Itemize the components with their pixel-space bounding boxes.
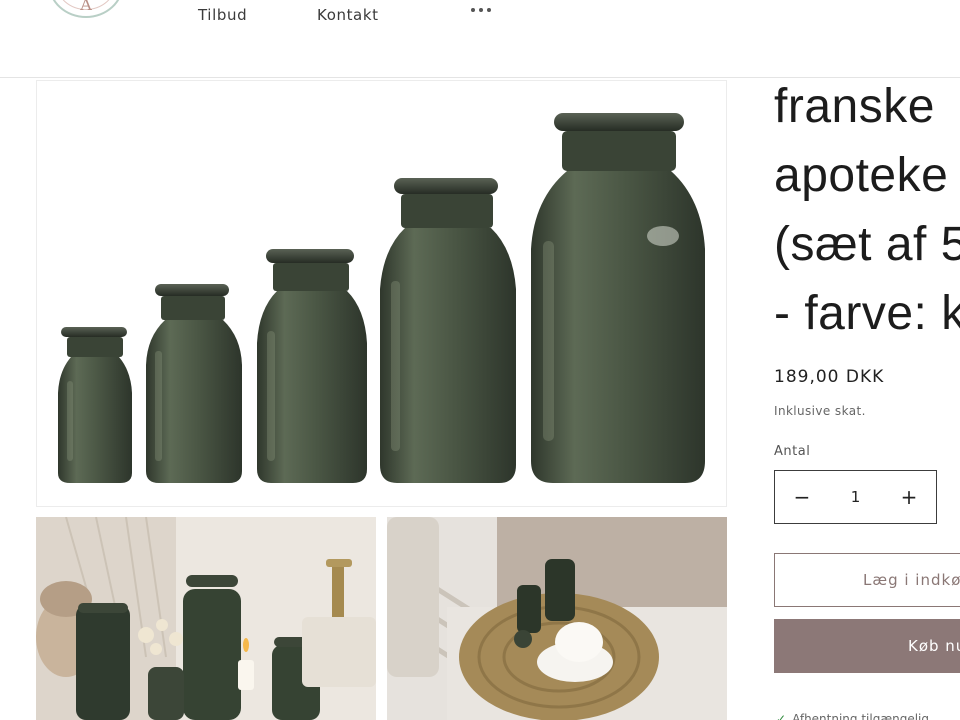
product-image-lifestyle-2[interactable] (387, 517, 727, 720)
tax-note: Inklusive skat. (774, 404, 866, 418)
store-logo[interactable]: A (48, 0, 124, 18)
check-icon: ✓ (776, 712, 787, 720)
nav-link-kontakt[interactable]: Kontakt (317, 6, 379, 24)
pickup-text: Afhentning tilgængelig (792, 712, 930, 720)
title-line: apoteke (774, 149, 949, 202)
add-to-cart-button[interactable]: Læg i indkø (774, 553, 960, 607)
title-line: franske (774, 80, 935, 133)
minus-icon: − (793, 485, 811, 509)
quantity-decrease-button[interactable]: − (775, 471, 829, 523)
title-line: - farve: k (774, 287, 960, 340)
product-title: franske apoteke (sæt af 5 - farve: k (774, 72, 960, 348)
buy-now-button[interactable]: Køb nu (774, 619, 960, 673)
product-image-main[interactable] (36, 80, 727, 507)
apothecary-jars-image (58, 113, 705, 483)
title-line: (sæt af 5 (774, 218, 960, 271)
product-price: 189,00 DKK (774, 367, 885, 387)
logo-letter: A (80, 0, 92, 14)
ellipsis-icon[interactable] (465, 0, 497, 20)
lifestyle-photo-sofa (387, 517, 727, 720)
quantity-stepper: − + (774, 470, 937, 524)
quantity-input[interactable] (829, 471, 882, 523)
quantity-label: Antal (774, 444, 811, 459)
nav-link-tilbud[interactable]: Tilbud (198, 6, 247, 24)
lifestyle-photo-buddha (36, 517, 376, 720)
quantity-increase-button[interactable]: + (882, 471, 936, 523)
pickup-availability: ✓ Afhentning tilgængelig (776, 712, 929, 720)
product-image-lifestyle-1[interactable] (36, 517, 376, 720)
plus-icon: + (900, 485, 918, 509)
site-header: A Tilbud Kontakt (0, 0, 960, 78)
